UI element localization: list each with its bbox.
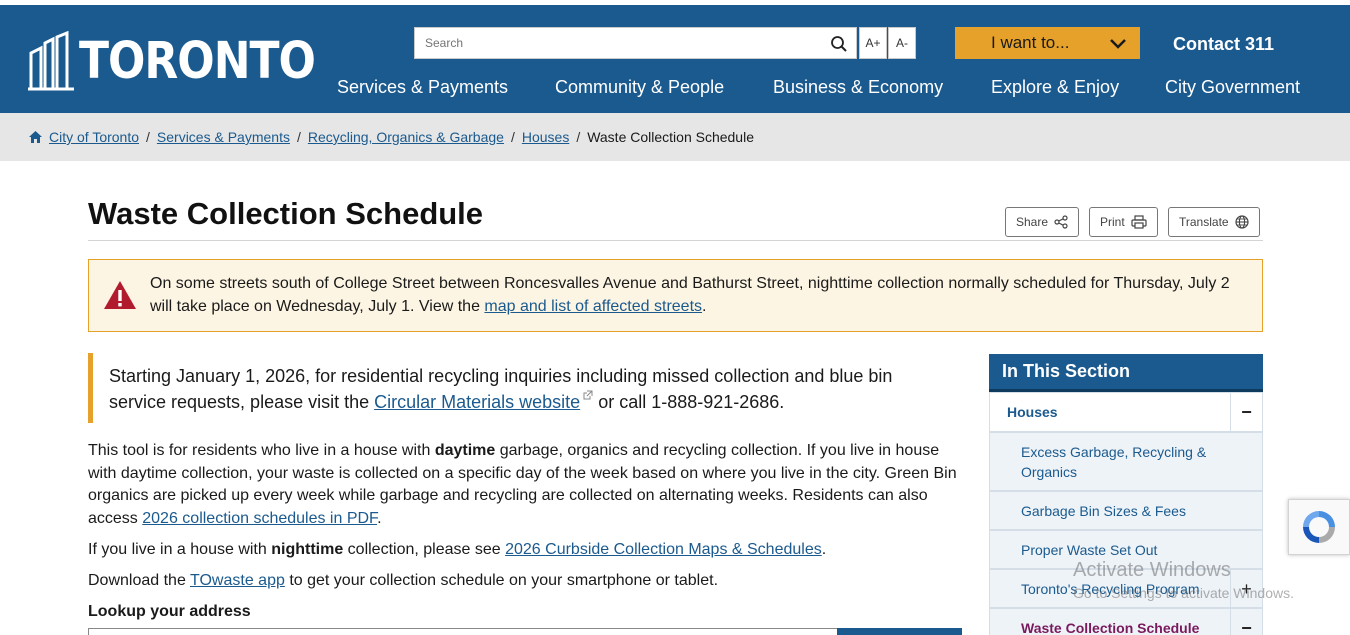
- affected-streets-link[interactable]: map and list of affected streets: [484, 298, 702, 315]
- lookup-label: Lookup your address: [88, 603, 251, 620]
- sidebar-item-label: Waste Collection Schedule: [1021, 619, 1200, 635]
- app-text-end: to get your collection schedule on your …: [284, 572, 719, 589]
- contact-311-link[interactable]: Contact 311: [1173, 34, 1274, 55]
- share-icon: [1054, 215, 1068, 229]
- nav-services-payments[interactable]: Services & Payments: [337, 77, 508, 98]
- search-icon[interactable]: [830, 35, 848, 53]
- breadcrumb-city-of-toronto[interactable]: City of Toronto: [49, 129, 139, 145]
- breadcrumb: City of Toronto / Services & Payments / …: [0, 113, 1350, 161]
- daytime-emphasis: daytime: [434, 442, 496, 459]
- app-paragraph: Download the TOwaste app to get your col…: [88, 570, 968, 593]
- nav-city-government[interactable]: City Government: [1165, 77, 1300, 98]
- address-search-button[interactable]: [837, 628, 962, 635]
- sidebar-item-houses[interactable]: Houses −: [989, 392, 1263, 432]
- print-label: Print: [1100, 215, 1125, 229]
- recycling-callout: Starting January 1, 2026, for residentia…: [88, 353, 960, 423]
- city-hall-icon: [28, 31, 74, 91]
- nighttime-emphasis: nighttime: [271, 541, 344, 558]
- breadcrumb-current: Waste Collection Schedule: [587, 129, 754, 145]
- recaptcha-badge[interactable]: [1288, 499, 1350, 555]
- windows-activation-hint: Go to Settings to activate Windows.: [1073, 585, 1294, 601]
- intro-text-end: .: [377, 509, 382, 527]
- chevron-down-icon: [1110, 39, 1126, 49]
- nighttime-text-end: .: [821, 541, 827, 558]
- app-text: Download the: [88, 572, 190, 589]
- recaptcha-icon: [1303, 511, 1335, 543]
- i-want-to-dropdown[interactable]: I want to...: [955, 27, 1140, 59]
- towaste-app-link[interactable]: TOwaste app: [190, 572, 285, 589]
- collapse-icon[interactable]: −: [1230, 609, 1262, 635]
- sidebar-item-excess-garbage[interactable]: Excess Garbage, Recycling & Organics: [989, 432, 1263, 491]
- external-link-icon: [583, 390, 593, 400]
- sidebar-item-label: Houses: [1007, 404, 1058, 420]
- breadcrumb-separator: /: [576, 129, 581, 145]
- logo-wordmark: TORONTO: [79, 31, 316, 91]
- collapse-icon[interactable]: −: [1230, 393, 1262, 431]
- share-button[interactable]: Share: [1005, 207, 1080, 237]
- globe-icon: [1234, 215, 1249, 229]
- breadcrumb-separator: /: [296, 129, 301, 145]
- intro-paragraph: This tool is for residents who live in a…: [88, 440, 968, 530]
- nighttime-paragraph: If you live in a house with nighttime co…: [88, 539, 968, 562]
- printer-icon: [1131, 215, 1147, 229]
- breadcrumb-separator: /: [510, 129, 515, 145]
- nav-explore-enjoy[interactable]: Explore & Enjoy: [991, 77, 1119, 98]
- service-alert: On some streets south of College Street …: [88, 259, 1263, 332]
- intro-text: This tool is for residents who live in a…: [88, 442, 435, 459]
- curbside-maps-link[interactable]: 2026 Curbside Collection Maps & Schedule…: [505, 541, 822, 558]
- page-title: Waste Collection Schedule: [88, 196, 484, 231]
- toronto-logo[interactable]: TORONTO: [27, 31, 316, 91]
- font-decrease-button[interactable]: A-: [888, 27, 916, 59]
- breadcrumb-recycling-organics-garbage[interactable]: Recycling, Organics & Garbage: [308, 129, 504, 145]
- breadcrumb-houses[interactable]: Houses: [522, 129, 569, 145]
- search-box: [414, 27, 857, 59]
- title-divider: [88, 240, 1263, 241]
- print-button[interactable]: Print: [1089, 207, 1158, 237]
- sidebar-item-bin-sizes[interactable]: Garbage Bin Sizes & Fees: [989, 491, 1263, 530]
- font-increase-button[interactable]: A+: [859, 27, 887, 59]
- alert-message: On some streets south of College Street …: [150, 272, 1250, 318]
- sidebar-item-label: Excess Garbage, Recycling & Organics: [1021, 443, 1207, 480]
- collection-schedules-pdf-link[interactable]: 2026 collection schedules in PDF: [142, 510, 377, 527]
- alert-text-end: .: [702, 298, 707, 315]
- circular-materials-link[interactable]: Circular Materials website: [374, 392, 580, 412]
- nav-business-economy[interactable]: Business & Economy: [773, 77, 943, 98]
- breadcrumb-services-payments[interactable]: Services & Payments: [157, 129, 290, 145]
- callout-message: Starting January 1, 2026, for residentia…: [109, 363, 939, 415]
- warning-icon: [104, 281, 136, 309]
- sidebar-item-label: Proper Waste Set Out: [1021, 541, 1158, 558]
- i-want-to-label: I want to...: [991, 33, 1070, 52]
- translate-button[interactable]: Translate: [1168, 207, 1260, 237]
- nighttime-text-cont: collection, please see: [343, 541, 506, 558]
- sidebar-item-label: Garbage Bin Sizes & Fees: [1021, 502, 1186, 519]
- callout-text-end: or call 1-888-921-2686.: [593, 392, 785, 412]
- site-header: TORONTO A+ A- I want to... Contact 311 S…: [0, 5, 1350, 113]
- share-label: Share: [1016, 215, 1049, 229]
- windows-activation-watermark: Activate Windows: [1073, 559, 1231, 581]
- translate-label: Translate: [1179, 215, 1229, 229]
- address-input[interactable]: [88, 628, 838, 635]
- search-input[interactable]: [415, 28, 815, 58]
- home-icon[interactable]: [28, 130, 43, 144]
- sidebar-item-waste-collection-schedule[interactable]: Waste Collection Schedule −: [989, 608, 1263, 635]
- nighttime-text: If you live in a house with: [88, 541, 272, 558]
- sidebar-heading: In This Section: [989, 354, 1263, 392]
- nav-community-people[interactable]: Community & People: [555, 77, 724, 98]
- breadcrumb-separator: /: [146, 129, 150, 145]
